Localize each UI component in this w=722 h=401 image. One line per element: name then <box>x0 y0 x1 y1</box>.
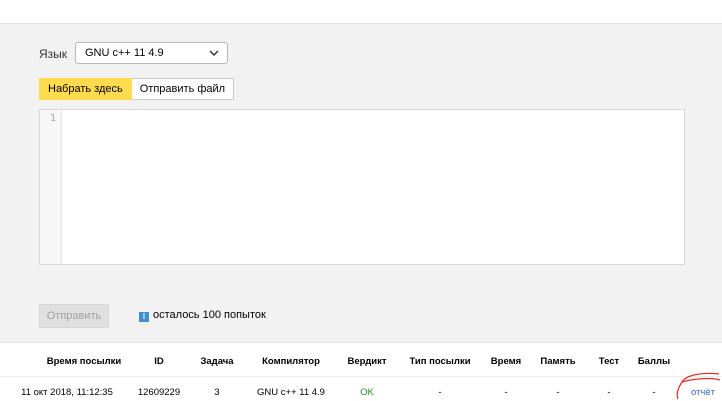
editor-gutter: 1 <box>40 110 62 264</box>
row-compiler: GNU c++ 11 4.9 <box>257 387 325 398</box>
header-memory: Память <box>540 356 576 367</box>
info-icon: i <box>139 312 149 322</box>
chevron-down-icon <box>209 50 219 56</box>
row-run-time: - <box>504 387 508 398</box>
header-compiler: Компилятор <box>262 356 320 367</box>
submissions-table: Время посылки ID Задача Компилятор Верди… <box>0 342 722 401</box>
input-mode-tabs: Набрать здесь Отправить файл <box>39 78 235 100</box>
header-verdict: Вердикт <box>347 356 387 367</box>
language-select[interactable]: GNU c++ 11 4.9 <box>75 42 228 64</box>
row-score: - <box>652 387 656 398</box>
row-id: 12609229 <box>137 387 181 398</box>
row-task: 3 <box>214 387 220 398</box>
tab-upload-file[interactable]: Отправить файл <box>131 78 235 100</box>
header-submission-type: Тип посылки <box>409 356 471 367</box>
header-run-time: Время <box>490 356 522 367</box>
attempts-text: осталось 100 попыток <box>153 309 266 321</box>
header-test: Тест <box>598 356 620 367</box>
row-verdict: OK <box>360 387 374 398</box>
attempts-info: i осталось 100 попыток <box>139 309 266 322</box>
row-time: 11 окт 2018, 11:12:35 <box>21 387 113 398</box>
language-label: Язык <box>39 47 68 61</box>
header-id: ID <box>154 356 164 367</box>
header-task: Задача <box>200 356 234 367</box>
submit-button[interactable]: Отправить <box>39 304 109 328</box>
row-test: - <box>607 387 611 398</box>
top-bar <box>0 0 722 24</box>
row-submission-type: - <box>438 387 442 398</box>
row-divider <box>0 376 722 377</box>
annotation-circle <box>676 372 721 400</box>
row-memory: - <box>556 387 560 398</box>
code-editor[interactable]: 1 <box>39 109 685 265</box>
tab-type-here[interactable]: Набрать здесь <box>39 78 132 100</box>
language-select-value: GNU c++ 11 4.9 <box>85 47 164 59</box>
header-score: Баллы <box>637 356 671 367</box>
line-number: 1 <box>49 113 56 124</box>
header-time: Время посылки <box>46 356 122 367</box>
